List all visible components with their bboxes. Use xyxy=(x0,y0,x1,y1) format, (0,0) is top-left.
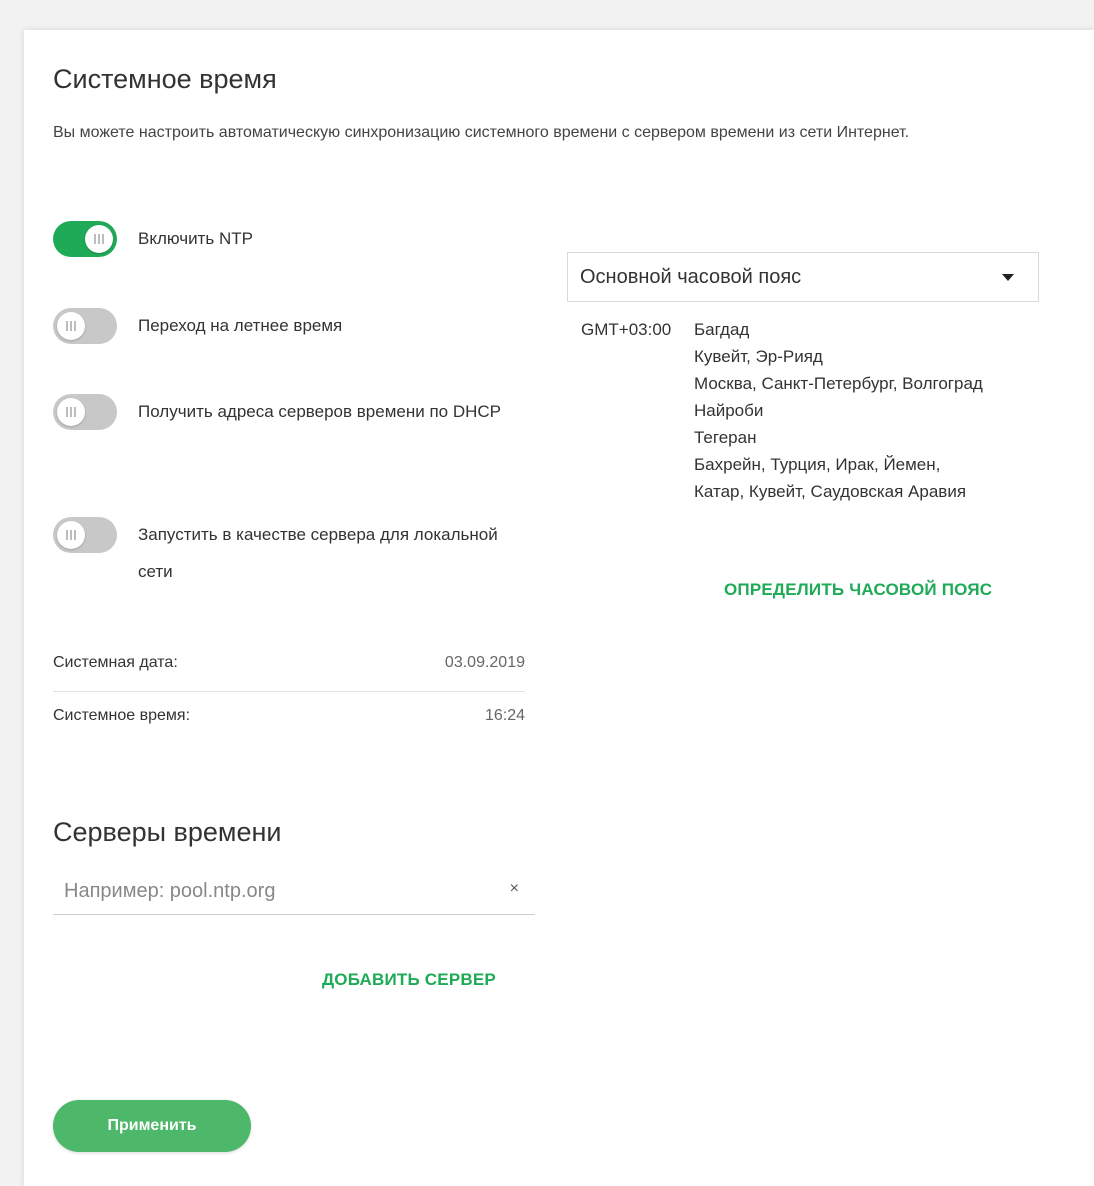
timezone-city: Катар, Кувейт, Саудовская Аравия xyxy=(694,482,967,501)
grip-icon xyxy=(66,407,76,417)
page-title: Системное время xyxy=(53,64,277,94)
timezone-select-value: Основной часовой пояс xyxy=(580,266,802,288)
timezone-city: Найроби xyxy=(694,401,764,420)
add-server-button[interactable]: ДОБАВИТЬ СЕРВЕР xyxy=(322,970,496,990)
divider xyxy=(53,691,525,692)
timezone-gmt-offset: GMT+03:00 xyxy=(581,320,672,339)
dst-toggle[interactable] xyxy=(53,308,117,344)
toggle-knob xyxy=(57,398,85,426)
grip-icon xyxy=(94,234,104,244)
time-servers-title: Серверы времени xyxy=(53,817,282,847)
system-time-value: 16:24 xyxy=(484,707,525,724)
timezone-city-list: Багдад Кувейт, Эр-Рияд Москва, Санкт-Пет… xyxy=(694,316,1054,505)
timezone-city: Тегеран xyxy=(694,428,757,447)
clear-icon[interactable]: × xyxy=(510,880,519,898)
local-server-toggle-label: Запустить в качестве сервера для локальн… xyxy=(138,525,498,581)
toggle-knob xyxy=(57,521,85,549)
ntp-toggle[interactable] xyxy=(53,221,117,257)
system-date-value: 03.09.2019 xyxy=(444,654,525,671)
toggle-knob xyxy=(85,225,113,253)
timezone-city: Бахрейн, Турция, Ирак, Йемен, xyxy=(694,455,941,474)
page-description: Вы можете настроить автоматическую синхр… xyxy=(53,124,910,141)
timezone-select[interactable]: Основной часовой пояс xyxy=(567,252,1039,302)
system-time-panel: Системное время Вы можете настроить авто… xyxy=(24,30,1094,1186)
dhcp-servers-toggle-label: Получить адреса серверов времени по DHCP xyxy=(138,402,502,421)
grip-icon xyxy=(66,321,76,331)
system-date-label: Системная дата: xyxy=(53,654,178,671)
ntp-toggle-label: Включить NTP xyxy=(138,229,253,248)
timezone-city: Багдад xyxy=(694,320,750,339)
local-server-toggle[interactable] xyxy=(53,517,117,553)
caret-down-icon xyxy=(1002,274,1014,281)
dst-toggle-label: Переход на летнее время xyxy=(138,316,343,335)
system-date-row: Системная дата: 03.09.2019 xyxy=(53,640,525,686)
apply-button[interactable]: Применить xyxy=(53,1100,251,1152)
dhcp-servers-toggle[interactable] xyxy=(53,394,117,430)
time-server-field: × xyxy=(53,868,535,915)
system-time-label: Системное время: xyxy=(53,707,191,724)
toggle-knob xyxy=(57,312,85,340)
system-time-row: Системное время: 16:24 xyxy=(53,693,525,739)
timezone-city: Кувейт, Эр-Рияд xyxy=(694,347,823,366)
time-server-input[interactable] xyxy=(64,876,484,906)
detect-timezone-button[interactable]: ОПРЕДЕЛИТЬ ЧАСОВОЙ ПОЯС xyxy=(724,580,992,600)
timezone-city: Москва, Санкт-Петербург, Волгоград xyxy=(694,374,983,393)
grip-icon xyxy=(66,530,76,540)
